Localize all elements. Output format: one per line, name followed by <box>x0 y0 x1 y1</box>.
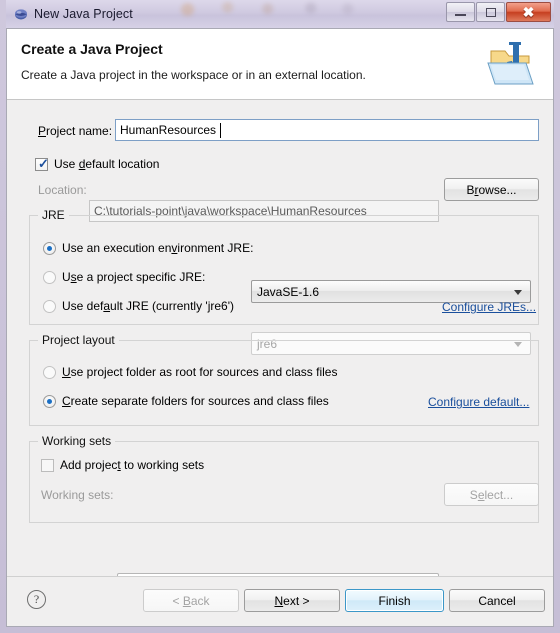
jre-group-label: JRE <box>38 208 69 222</box>
help-icon[interactable]: ? <box>27 590 46 609</box>
wizard-banner: Create a Java Project Create a Java proj… <box>7 29 553 100</box>
radio-default-jre[interactable]: Use default JRE (currently 'jre6') <box>43 299 234 313</box>
radio-icon <box>43 394 56 408</box>
cancel-button[interactable]: Cancel <box>449 589 545 612</box>
dialog-window: New Java Project ✖ Create a Java Project… <box>0 0 560 633</box>
close-button[interactable]: ✖ <box>506 2 551 22</box>
select-working-sets-button[interactable]: Select... <box>444 483 539 506</box>
project-name-label: Project name: <box>38 124 113 138</box>
dialog-client-area: Create a Java Project Create a Java proj… <box>6 28 554 627</box>
add-project-label: Add project to working sets <box>60 458 205 472</box>
dialog-footer: ? < Back Next > Finish Cancel <box>7 576 553 626</box>
maximize-button[interactable] <box>476 2 505 22</box>
radio-separate-folders[interactable]: Create separate folders for sources and … <box>43 394 329 408</box>
radio-execution-environment-jre[interactable]: Use an execution environment JRE: <box>43 241 253 255</box>
project-folder-root-label: Use project folder as root for sources a… <box>62 365 338 379</box>
page-title: Create a Java Project <box>21 41 163 57</box>
use-default-location-checkbox[interactable]: ✓ Use default location <box>35 157 159 171</box>
configure-jres-link[interactable]: Configure JREs... <box>442 300 536 314</box>
finish-button[interactable]: Finish <box>345 589 444 612</box>
radio-project-folder-root[interactable]: Use project folder as root for sources a… <box>43 365 337 379</box>
radio-icon <box>43 241 56 255</box>
minimize-icon <box>455 14 466 16</box>
location-label: Location: <box>38 183 87 197</box>
working-sets-group: Working sets <box>29 434 539 523</box>
next-button[interactable]: Next > <box>244 589 340 612</box>
finish-label: Finish <box>378 593 411 608</box>
window-controls: ✖ <box>445 2 551 22</box>
project-layout-group-label: Project layout <box>38 333 119 347</box>
check-tick-icon: ✓ <box>38 155 49 171</box>
java-project-icon <box>14 7 28 21</box>
text-caret <box>220 123 221 138</box>
project-layout-group: Project layout <box>29 333 539 426</box>
title-bar[interactable]: New Java Project ✖ <box>6 0 554 28</box>
execution-environment-value: JavaSE-1.6 <box>257 284 320 299</box>
project-specific-label: Use a project specific JRE: <box>62 270 206 284</box>
back-button[interactable]: < Back <box>143 589 239 612</box>
configure-default-link[interactable]: Configure default... <box>428 395 529 409</box>
maximize-icon <box>485 7 496 17</box>
project-name-value: HumanResources <box>120 123 217 137</box>
working-sets-label: Working sets: <box>41 488 114 502</box>
minimize-button[interactable] <box>446 2 475 22</box>
page-description: Create a Java project in the workspace o… <box>21 68 366 82</box>
browse-button[interactable]: Browse... <box>444 178 539 201</box>
wizard-page-body: Project name: HumanResources ✓ Use defau… <box>7 100 553 596</box>
browse-label: Browse... <box>466 182 517 197</box>
select-label: Select... <box>469 487 514 502</box>
new-java-project-wizard-icon <box>485 39 539 89</box>
default-jre-label: Use default JRE (currently 'jre6') <box>62 299 234 313</box>
execution-env-label: Use an execution environment JRE: <box>62 241 254 255</box>
checkbox-icon <box>41 458 54 472</box>
radio-icon <box>43 365 56 379</box>
working-sets-group-label: Working sets <box>38 434 116 448</box>
chevron-down-icon <box>514 289 522 295</box>
project-name-input[interactable]: HumanResources <box>115 119 539 141</box>
separate-folders-label: Create separate folders for sources and … <box>62 394 329 408</box>
back-label: < Back <box>172 593 210 608</box>
radio-project-specific-jre[interactable]: Use a project specific JRE: <box>43 270 205 284</box>
window-title: New Java Project <box>34 7 133 21</box>
radio-icon <box>43 270 56 284</box>
close-icon: ✖ <box>522 4 535 20</box>
radio-icon <box>43 299 56 313</box>
next-label: Next > <box>274 593 310 608</box>
cancel-label: Cancel <box>478 593 516 608</box>
add-project-to-working-sets-checkbox[interactable]: Add project to working sets <box>41 458 204 472</box>
use-default-location-label: Use default location <box>54 157 160 171</box>
checkbox-icon: ✓ <box>35 155 49 171</box>
